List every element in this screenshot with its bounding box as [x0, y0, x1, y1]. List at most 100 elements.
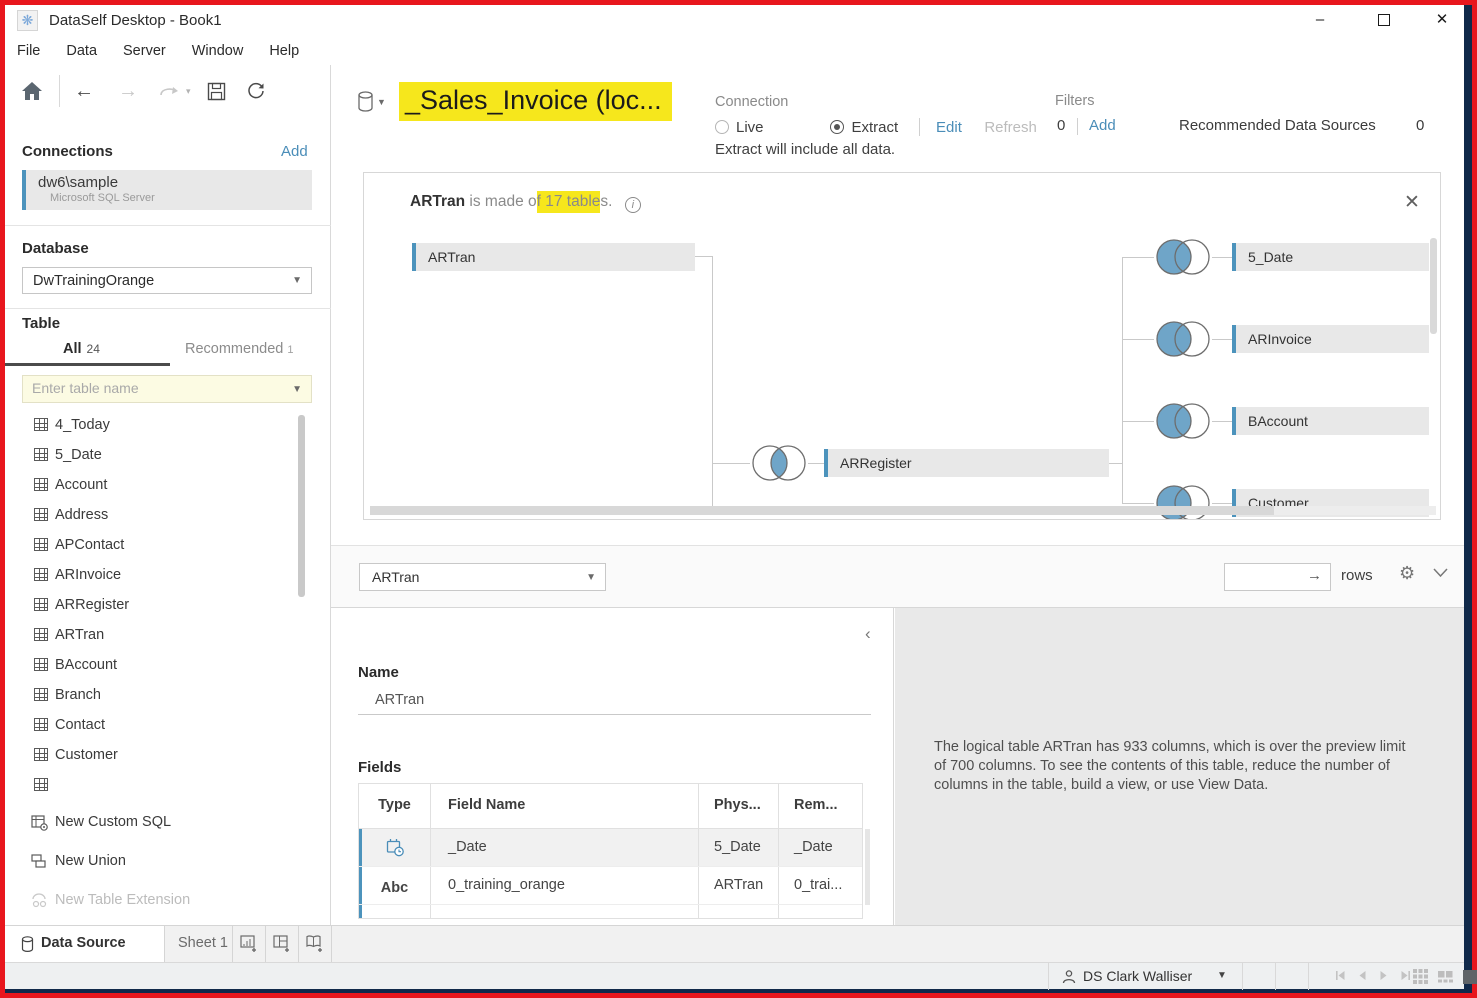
data-source-tab-label: Data Source [41, 935, 126, 951]
sidebar-scrollbar[interactable] [298, 415, 305, 597]
nav-prev-icon[interactable] [1358, 970, 1367, 981]
minimize-button[interactable]: – [1303, 7, 1337, 33]
maximize-icon [1378, 14, 1390, 26]
collapse-panel-icon[interactable]: ‹ [865, 624, 871, 644]
tab-sheet1[interactable]: Sheet 1 [165, 926, 233, 963]
menu-window[interactable]: Window [192, 43, 244, 59]
join-left-icon[interactable] [1154, 401, 1212, 441]
redo-icon[interactable] [158, 83, 182, 99]
table-row[interactable]: Address [5, 501, 305, 531]
table-row[interactable]: ARTran [5, 621, 305, 651]
edit-link[interactable]: Edit [936, 119, 962, 136]
name-input[interactable]: ARTran [375, 692, 424, 708]
table-row[interactable]: Contact [5, 711, 305, 741]
new-worksheet-button[interactable] [233, 926, 266, 963]
scrollbar-thumb[interactable] [370, 506, 1274, 515]
menu-server[interactable]: Server [123, 43, 166, 59]
diagram-node-branch[interactable]: ARInvoice [1232, 325, 1429, 353]
datasource-cylinder-icon[interactable] [357, 91, 374, 113]
forward-icon[interactable]: → [118, 81, 138, 101]
rows-input[interactable] [1231, 568, 1303, 584]
redo-caret-icon[interactable]: ▾ [186, 86, 191, 97]
save-icon[interactable] [207, 82, 226, 101]
table-row[interactable]: ARInvoice [5, 561, 305, 591]
rows-go-icon[interactable]: → [1307, 567, 1322, 584]
tab-recommended[interactable]: Recommended1 [185, 341, 293, 357]
close-panel-icon[interactable]: ✕ [1404, 191, 1420, 214]
diagram-node-mid[interactable]: ARRegister [824, 449, 1109, 477]
field-row[interactable]: Abc 0_training_orange ARTran 0_trai... [359, 867, 862, 905]
nav-first-icon[interactable] [1335, 970, 1346, 981]
join-left-icon[interactable] [1154, 319, 1212, 359]
new-dashboard-button[interactable] [266, 926, 299, 963]
radio-live[interactable] [715, 120, 729, 134]
table-row-label: 4_Today [55, 417, 110, 433]
gear-icon[interactable]: ⚙ [1399, 563, 1415, 584]
live-label: Live [736, 119, 764, 136]
tab-all[interactable]: All24 [63, 341, 100, 357]
name-label: Name [358, 664, 399, 681]
logical-table-dropdown[interactable]: ARTran ▼ [359, 563, 606, 591]
back-icon[interactable]: ← [74, 81, 94, 101]
chevron-down-icon[interactable] [1433, 568, 1448, 577]
show-filmstrip-icon[interactable] [1438, 969, 1453, 984]
diagram-vertical-scrollbar[interactable] [1430, 238, 1437, 334]
show-tabs-icon[interactable] [1413, 969, 1428, 984]
presentation-mode-icon[interactable] [1463, 970, 1477, 984]
table-row[interactable]: Account [5, 471, 305, 501]
table-row[interactable]: Branch [5, 681, 305, 711]
table-row-label: ARTran [55, 627, 104, 643]
table-row[interactable]: BAccount [5, 651, 305, 681]
diagram-node-branch[interactable]: BAccount [1232, 407, 1429, 435]
chevron-down-icon[interactable]: ▼ [292, 384, 302, 395]
status-segment [1275, 963, 1308, 990]
diagram-horizontal-scrollbar[interactable] [370, 506, 1436, 515]
chevron-down-icon[interactable]: ▼ [377, 97, 386, 107]
add-filter-link[interactable]: Add [1089, 117, 1116, 134]
table-search-input[interactable] [32, 380, 282, 396]
join-inner-icon[interactable] [750, 443, 808, 483]
table-row[interactable]: 4_Today [5, 411, 305, 441]
status-bar: DS Clark Walliser ▼ [5, 962, 1464, 989]
menu-help[interactable]: Help [269, 43, 299, 59]
new-union[interactable]: New Union [5, 844, 331, 882]
datetime-icon[interactable] [359, 829, 431, 866]
radio-extract[interactable] [830, 120, 844, 134]
menu-file[interactable]: File [17, 43, 40, 59]
connector-line [1122, 339, 1154, 340]
recommended-data-sources-label[interactable]: Recommended Data Sources [1179, 117, 1376, 134]
field-row-partial[interactable] [359, 905, 862, 918]
user-menu[interactable]: DS Clark Walliser ▼ [1048, 963, 1242, 990]
info-icon[interactable]: i [625, 197, 641, 213]
close-button[interactable]: ✕ [1425, 7, 1459, 33]
new-custom-sql[interactable]: New Custom SQL [5, 805, 331, 843]
chevron-down-icon: ▼ [292, 275, 302, 286]
table-row[interactable]: APContact [5, 531, 305, 561]
join-left-icon[interactable] [1154, 237, 1212, 277]
refresh-icon[interactable] [246, 81, 266, 101]
database-dropdown[interactable]: DwTrainingOrange ▼ [22, 267, 312, 294]
add-connection-link[interactable]: Add [281, 143, 308, 160]
table-row[interactable]: Customer [5, 741, 305, 771]
diagram-node-branch[interactable]: 5_Date [1232, 243, 1429, 271]
connection-card[interactable]: dw6\sample Microsoft SQL Server [22, 170, 312, 210]
table-row[interactable]: 5_Date [5, 441, 305, 471]
datasource-title[interactable]: _Sales_Invoice (loc... [399, 82, 672, 121]
tab-data-source[interactable]: Data Source [5, 926, 165, 963]
nav-last-icon[interactable] [1400, 970, 1411, 981]
fields-table-scrollbar[interactable] [865, 829, 870, 905]
nav-next-icon[interactable] [1379, 970, 1388, 981]
menu-data[interactable]: Data [66, 43, 97, 59]
field-row[interactable]: _Date 5_Date _Date [359, 829, 862, 867]
string-type-icon[interactable]: Abc [359, 867, 431, 904]
join-diagram-panel: ARTran is made of 17 tables. i ✕ [363, 172, 1441, 520]
table-row-partial[interactable] [5, 771, 305, 795]
connector-line [1109, 463, 1122, 464]
home-icon[interactable] [21, 81, 43, 101]
maximize-button[interactable] [1367, 7, 1401, 33]
table-row[interactable]: ARRegister [5, 591, 305, 621]
row-accent-bar [359, 867, 362, 904]
table-row-label: 5_Date [55, 447, 102, 463]
diagram-node-root[interactable]: ARTran [412, 243, 695, 271]
new-story-button[interactable] [299, 926, 332, 963]
